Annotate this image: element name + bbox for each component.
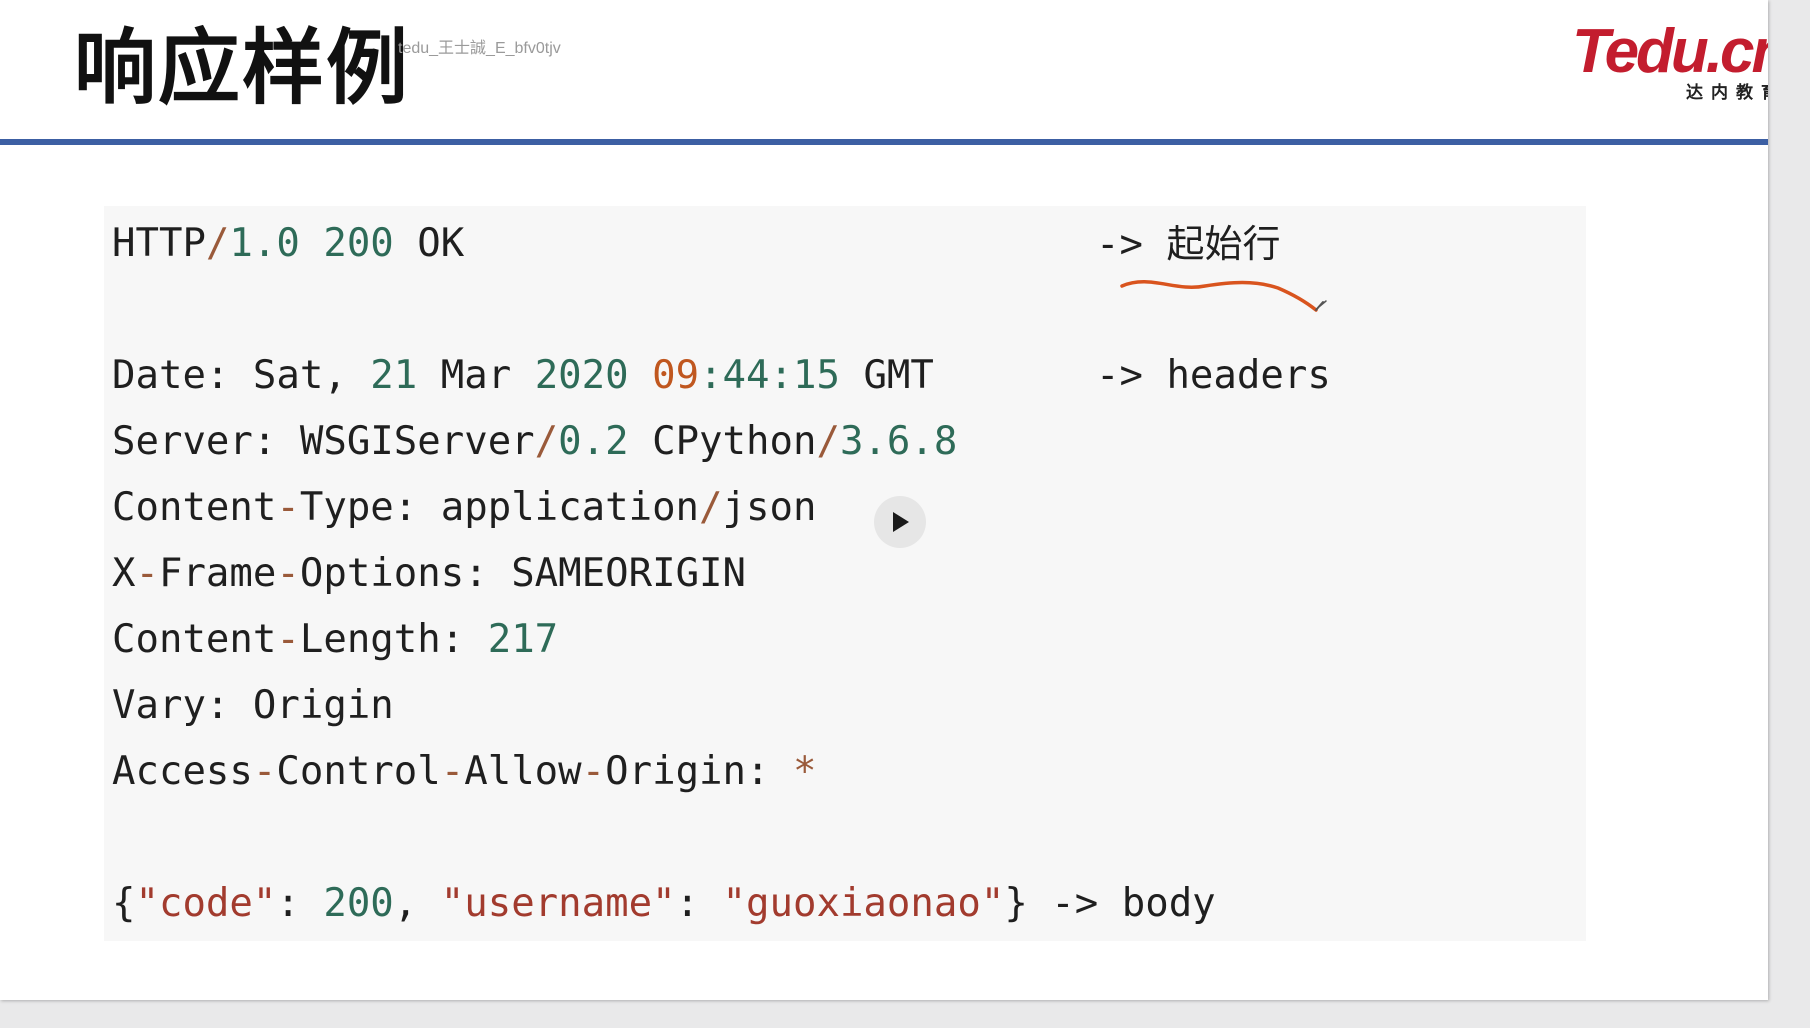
logo-subtitle: 达内教育 (1686, 83, 1768, 102)
headers-annotation: -> headers (1096, 351, 1331, 401)
status-line: HTTP/1.0 200 OK (112, 219, 464, 269)
token: 3.6.8 (839, 419, 958, 464)
code-block: HTTP/1.0 200 OK -> 起始行 Date: Sat, 21 Mar… (104, 206, 1586, 941)
token: : (276, 881, 300, 926)
token: - (581, 749, 606, 794)
token: 217 (487, 617, 559, 662)
token: * (792, 749, 817, 794)
token: Mar (440, 353, 512, 398)
token: : (464, 551, 488, 596)
token: 2020 (534, 353, 629, 398)
token: Content (112, 617, 277, 662)
token: SAMEORIGIN (511, 551, 747, 596)
token: 1.0 (229, 221, 300, 266)
token: : (393, 485, 418, 530)
token: : (205, 353, 230, 398)
play-icon (893, 512, 909, 532)
token: GMT (863, 353, 934, 398)
token: WSGIServer (299, 419, 535, 464)
body-line: {"code": 200, "username": "guoxiaonao"} … (112, 879, 1216, 929)
token: Options (299, 551, 465, 596)
server-header-line: Server: WSGIServer/0.2 CPython/3.6.8 (112, 417, 957, 467)
token: : (205, 683, 230, 728)
token: Origin (605, 749, 747, 794)
token: 200 (323, 221, 394, 266)
token: : (746, 749, 770, 794)
token: : (252, 419, 277, 464)
x-frame-options-line: X-Frame-Options: SAMEORIGIN (112, 549, 746, 599)
token: / (699, 485, 723, 530)
token: / (534, 419, 559, 464)
token: / (205, 221, 230, 266)
token: Frame (158, 551, 277, 596)
token: - (252, 749, 277, 794)
token: 0.2 (558, 419, 629, 464)
token: application (440, 485, 700, 530)
token: Sat, (252, 353, 347, 398)
access-control-line: Access-Control-Allow-Origin: * (112, 747, 816, 797)
watermark: tedu_王士誠_E_bfv0tjv (398, 40, 561, 57)
vary-line: Vary: Origin (112, 681, 394, 731)
token: Server (112, 419, 253, 464)
token: : (440, 617, 465, 662)
token: Date (112, 353, 206, 398)
headers-label: headers (1166, 353, 1331, 398)
date-header-line: Date: Sat, 21 Mar 2020 09:44:15 GMT (112, 351, 934, 401)
token: Length (299, 617, 441, 662)
title-divider (0, 139, 1768, 145)
content-length-line: Content-Length: 217 (112, 615, 558, 665)
token: 09 (652, 353, 700, 398)
token: Access (112, 749, 253, 794)
token: json (722, 485, 817, 530)
body-label: body (1121, 881, 1216, 926)
token: 21 (370, 353, 418, 398)
tedu-logo: Tedu.cn 达内教育 (1568, 22, 1768, 102)
token: Content (112, 485, 277, 530)
content-type-line: Content-Type: application/json (112, 483, 816, 533)
token: : (675, 881, 700, 926)
token: CPython (652, 419, 817, 464)
token: HTTP (112, 221, 206, 266)
token: "code" (135, 881, 277, 926)
token: } (1004, 881, 1028, 926)
token: - (440, 749, 465, 794)
play-button[interactable] (874, 496, 926, 548)
token: 200 (323, 881, 394, 926)
token: OK (417, 221, 465, 266)
token: Origin (252, 683, 394, 728)
token: X (112, 551, 136, 596)
token: "guoxiaonao" (722, 881, 1005, 926)
token: - (276, 617, 300, 662)
token: - (135, 551, 159, 596)
token: - (276, 485, 300, 530)
token: Allow (464, 749, 582, 794)
token: "username" (440, 881, 676, 926)
token: Control (276, 749, 441, 794)
token: Vary (112, 683, 206, 728)
token: / (816, 419, 840, 464)
token: { (112, 881, 136, 926)
token: - (276, 551, 300, 596)
slide-title: 响应样例 (74, 21, 411, 116)
slide: 响应样例 tedu_王士誠_E_bfv0tjv Tedu.cn 达内教育 HTT… (0, 0, 1768, 1000)
handwritten-underline (1120, 280, 1327, 312)
token: Type (299, 485, 394, 530)
token: , (393, 881, 418, 926)
arrow: -> (1096, 353, 1143, 398)
arrow: -> (1051, 881, 1099, 926)
token: :44:15 (699, 353, 840, 398)
